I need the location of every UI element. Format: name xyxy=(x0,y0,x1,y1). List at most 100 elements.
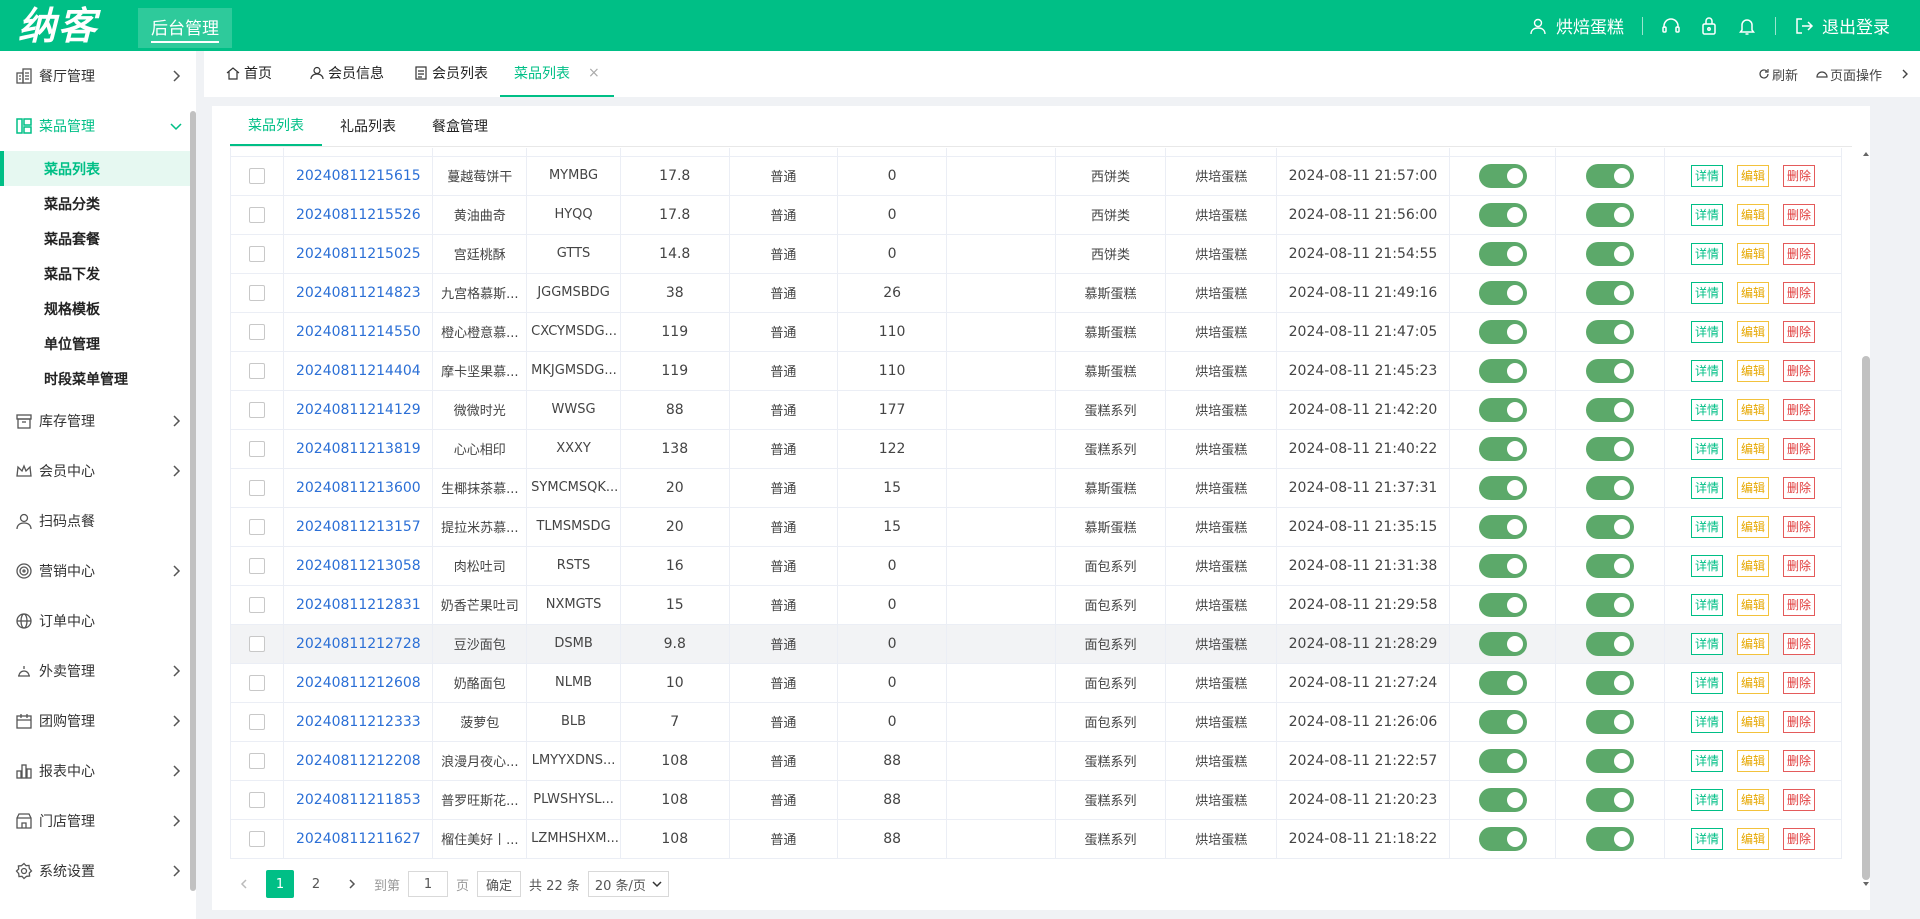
row-checkbox[interactable] xyxy=(249,557,266,574)
cell-code[interactable]: 20240811215615 xyxy=(283,156,434,196)
edit-button[interactable]: 编辑 xyxy=(1737,788,1770,811)
status-toggle[interactable] xyxy=(1478,514,1527,539)
submenu-dish-list[interactable]: 菜品列表 xyxy=(0,151,190,186)
delete-button[interactable]: 删除 xyxy=(1783,437,1816,460)
delete-button[interactable]: 删除 xyxy=(1783,203,1816,226)
cell-code[interactable]: 20240811212208 xyxy=(283,741,434,781)
tab-member-list[interactable]: 会员列表 xyxy=(414,51,488,95)
status-toggle[interactable] xyxy=(1586,163,1635,188)
delete-button[interactable]: 删除 xyxy=(1783,788,1816,811)
sidebar-item-settings[interactable]: 系统设置 xyxy=(0,846,190,896)
cell-code[interactable]: 20240811212608 xyxy=(283,663,434,703)
status-toggle[interactable] xyxy=(1478,280,1527,305)
row-checkbox[interactable] xyxy=(249,479,266,496)
lock-icon[interactable] xyxy=(1699,16,1719,36)
status-toggle[interactable] xyxy=(1586,553,1635,578)
cell-code[interactable]: 20240811215025 xyxy=(283,234,434,274)
sidebar-item-group-buy[interactable]: 团购管理 xyxy=(0,696,190,746)
dish-code-link[interactable]: 20240811212831 xyxy=(296,597,421,613)
dish-code-link[interactable]: 20240811213058 xyxy=(296,558,421,574)
cell-code[interactable]: 20240811213600 xyxy=(283,468,434,508)
dish-code-link[interactable]: 20240811211627 xyxy=(296,831,421,847)
delete-button[interactable]: 删除 xyxy=(1783,671,1816,694)
dish-code-link[interactable]: 20240811212728 xyxy=(296,636,421,652)
dish-code-link[interactable]: 20240811212608 xyxy=(296,675,421,691)
dish-code-link[interactable]: 20240811213600 xyxy=(296,480,421,496)
edit-button[interactable]: 编辑 xyxy=(1737,827,1770,850)
status-toggle[interactable] xyxy=(1478,709,1527,734)
logout-button[interactable]: 退出登录 xyxy=(1794,13,1890,38)
cell-code[interactable]: 20240811214823 xyxy=(283,273,434,313)
dish-code-link[interactable]: 20240811212333 xyxy=(296,714,421,730)
detail-button[interactable]: 详情 xyxy=(1690,476,1723,499)
next-page-button[interactable] xyxy=(338,870,366,898)
scrollbar-thumb[interactable] xyxy=(1862,356,1870,880)
sidebar-item-inventory[interactable]: 库存管理 xyxy=(0,396,190,446)
sidebar-item-dishes[interactable]: 菜品管理 xyxy=(0,101,190,151)
dish-code-link[interactable]: 20240811214129 xyxy=(296,402,421,418)
status-toggle[interactable] xyxy=(1478,631,1527,656)
edit-button[interactable]: 编辑 xyxy=(1737,593,1770,616)
detail-button[interactable]: 详情 xyxy=(1690,437,1723,460)
cell-code[interactable]: 20240811212728 xyxy=(283,624,434,664)
scroll-down-icon[interactable] xyxy=(1862,880,1870,888)
status-toggle[interactable] xyxy=(1586,514,1635,539)
cell-code[interactable]: 20240811214129 xyxy=(283,390,434,430)
detail-button[interactable]: 详情 xyxy=(1690,164,1723,187)
submenu-dish-dispatch[interactable]: 菜品下发 xyxy=(0,256,190,291)
status-toggle[interactable] xyxy=(1586,709,1635,734)
edit-button[interactable]: 编辑 xyxy=(1737,710,1770,733)
delete-button[interactable]: 删除 xyxy=(1783,515,1816,538)
dish-code-link[interactable]: 20240811215526 xyxy=(296,207,421,223)
dish-code-link[interactable]: 20240811213157 xyxy=(296,519,421,535)
row-checkbox[interactable] xyxy=(249,752,266,769)
detail-button[interactable]: 详情 xyxy=(1690,632,1723,655)
delete-button[interactable]: 删除 xyxy=(1783,242,1816,265)
edit-button[interactable]: 编辑 xyxy=(1737,437,1770,460)
detail-button[interactable]: 详情 xyxy=(1690,827,1723,850)
admin-tab[interactable]: 后台管理 xyxy=(138,8,232,48)
row-checkbox[interactable] xyxy=(249,167,266,184)
goto-page-input[interactable]: 1 xyxy=(408,871,449,897)
dish-code-link[interactable]: 20240811215615 xyxy=(296,168,421,184)
subtab-box-manage[interactable]: 餐盒管理 xyxy=(414,106,506,146)
dish-code-link[interactable]: 20240811214550 xyxy=(296,324,421,340)
cell-code[interactable]: 20240811213819 xyxy=(283,429,434,469)
sidebar-scrollbar[interactable] xyxy=(190,111,196,891)
row-checkbox[interactable] xyxy=(249,362,266,379)
status-toggle[interactable] xyxy=(1478,826,1527,851)
cell-code[interactable]: 20240811212333 xyxy=(283,702,434,742)
subtab-dish-list[interactable]: 菜品列表 xyxy=(230,106,322,146)
row-checkbox[interactable] xyxy=(249,830,266,847)
status-toggle[interactable] xyxy=(1478,592,1527,617)
submenu-dish-set[interactable]: 菜品套餐 xyxy=(0,221,190,256)
bell-icon[interactable] xyxy=(1737,16,1757,36)
status-toggle[interactable] xyxy=(1478,202,1527,227)
status-toggle[interactable] xyxy=(1478,475,1527,500)
status-toggle[interactable] xyxy=(1478,241,1527,266)
dish-code-link[interactable]: 20240811213819 xyxy=(296,441,421,457)
dish-code-link[interactable]: 20240811211853 xyxy=(296,792,421,808)
edit-button[interactable]: 编辑 xyxy=(1737,515,1770,538)
cell-code[interactable]: 20240811211853 xyxy=(283,780,434,820)
status-toggle[interactable] xyxy=(1586,631,1635,656)
goto-confirm-button[interactable]: 确定 xyxy=(477,871,522,897)
tab-dish-list[interactable]: 菜品列表 × xyxy=(500,51,614,97)
delete-button[interactable]: 删除 xyxy=(1783,593,1816,616)
delete-button[interactable]: 删除 xyxy=(1783,710,1816,733)
sidebar-item-stores[interactable]: 门店管理 xyxy=(0,796,190,846)
sidebar-item-restaurant[interactable]: 餐厅管理 xyxy=(0,51,190,101)
table-scrollbar[interactable] xyxy=(1862,150,1870,890)
delete-button[interactable]: 删除 xyxy=(1783,554,1816,577)
detail-button[interactable]: 详情 xyxy=(1690,398,1723,421)
status-toggle[interactable] xyxy=(1586,787,1635,812)
edit-button[interactable]: 编辑 xyxy=(1737,281,1770,304)
sidebar-item-members[interactable]: 会员中心 xyxy=(0,446,190,496)
status-toggle[interactable] xyxy=(1586,241,1635,266)
delete-button[interactable]: 删除 xyxy=(1783,749,1816,772)
sidebar-item-orders[interactable]: 订单中心 xyxy=(0,596,190,646)
edit-button[interactable]: 编辑 xyxy=(1737,203,1770,226)
dish-code-link[interactable]: 20240811212208 xyxy=(296,753,421,769)
status-toggle[interactable] xyxy=(1478,670,1527,695)
status-toggle[interactable] xyxy=(1586,475,1635,500)
